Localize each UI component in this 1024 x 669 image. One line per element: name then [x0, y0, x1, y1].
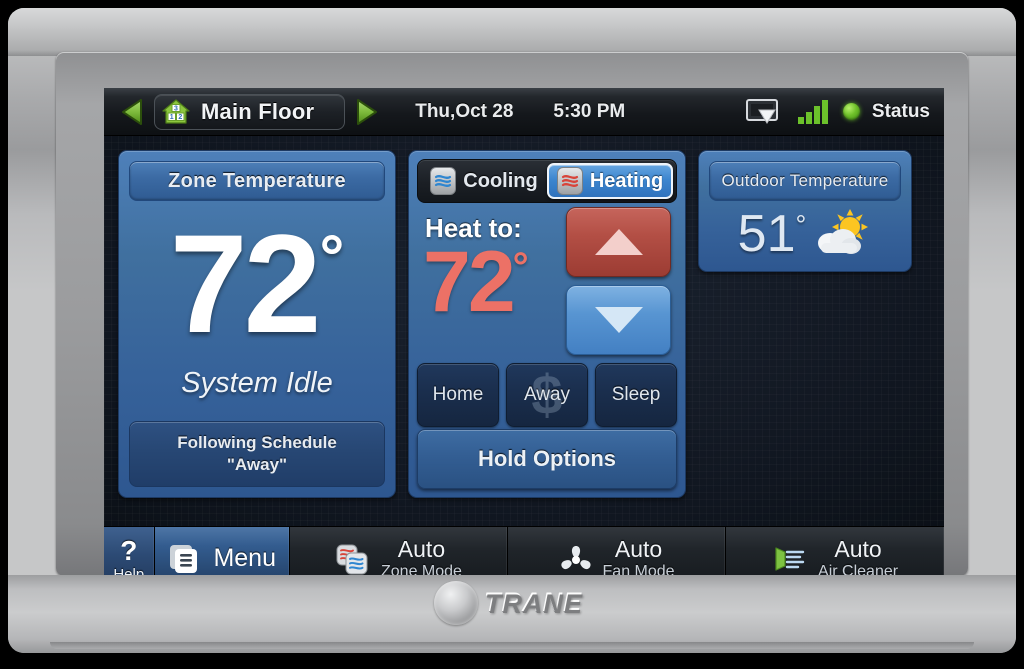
outdoor-temperature-reading: 51 ° [738, 208, 807, 260]
cooling-wave-icon [430, 167, 457, 195]
question-mark-icon: ? [120, 534, 138, 566]
main-content-area: Zone Temperature 72 ° System Idle Followi… [104, 136, 944, 526]
status-label: Status [871, 100, 930, 122]
preset-away-button[interactable]: $ Away [506, 363, 588, 427]
setpoint-degree: ° [512, 245, 529, 289]
down-triangle-icon [594, 307, 643, 333]
air-cleaner-value: Auto [834, 536, 882, 563]
outdoor-temperature-body: 51 ° [699, 201, 911, 267]
up-triangle-icon [594, 229, 643, 255]
preset-sleep-button[interactable]: Sleep [595, 363, 677, 427]
outdoor-temperature-panel: Outdoor Temperature 51 ° [698, 150, 912, 272]
setpoint-control-panel: Cooling Heating Heat to: 72 ° Home $ Awa… [408, 150, 686, 498]
zone-mode-value: Auto [397, 536, 446, 563]
thermostat-device: 3 1 2 Main Floor Thu,Oct 28 5:30 PM Stat… [8, 8, 1016, 653]
header-date: Thu,Oct 28 [415, 100, 514, 122]
fan-mode-value: Auto [614, 536, 663, 563]
svg-text:3: 3 [174, 105, 178, 112]
screen-download-icon[interactable] [745, 97, 785, 127]
zone-name-label: Main Floor [201, 98, 315, 124]
schedule-line-1: Following Schedule [177, 433, 337, 453]
preset-home-label: Home [432, 384, 484, 405]
outdoor-temperature-number: 51 [737, 205, 796, 263]
previous-zone-button[interactable] [118, 97, 146, 127]
heating-wave-icon [556, 167, 583, 195]
hold-options-label: Hold Options [477, 446, 617, 471]
house-zones-icon: 3 1 2 [162, 98, 190, 124]
zone-mode-waves-icon [336, 544, 368, 574]
air-filter-icon [775, 546, 805, 571]
zone-temperature-title[interactable]: Zone Temperature [129, 161, 385, 201]
setpoint-reading: 72 ° [423, 239, 529, 325]
zone-temperature-degree: ° [319, 223, 345, 292]
schedule-status-box[interactable]: Following Schedule "Away" [129, 421, 385, 487]
outdoor-temperature-title-label: Outdoor Temperature [721, 171, 889, 190]
menu-label: Menu [213, 544, 276, 572]
trane-wordmark: TRANE [470, 587, 590, 620]
zone-temperature-reading: 72 ° [119, 199, 395, 369]
fan-blades-icon [560, 545, 591, 569]
preset-away-label: Away [523, 384, 571, 405]
preset-button-row: Home $ Away Sleep [417, 363, 677, 427]
zone-selector-button[interactable]: 3 1 2 Main Floor [154, 93, 346, 130]
preset-sleep-label: Sleep [611, 384, 661, 405]
hold-options-button[interactable]: Hold Options [417, 429, 677, 489]
svg-text:2: 2 [178, 114, 182, 121]
tab-cooling[interactable]: Cooling [421, 163, 547, 199]
trane-disc-icon [434, 581, 478, 625]
mode-tab-group: Cooling Heating [417, 159, 677, 203]
menu-list-icon [170, 544, 198, 573]
header-bar: 3 1 2 Main Floor Thu,Oct 28 5:30 PM Stat… [104, 88, 944, 136]
trane-logo: TRANE [434, 581, 590, 625]
header-time: 5:30 PM [553, 100, 626, 122]
preset-home-button[interactable]: Home [417, 363, 499, 427]
zone-temperature-number: 72 [169, 205, 322, 362]
tab-cooling-label: Cooling [463, 169, 538, 192]
touchscreen: 3 1 2 Main Floor Thu,Oct 28 5:30 PM Stat… [104, 88, 944, 590]
header-status-group: Status [745, 97, 930, 127]
increase-setpoint-button[interactable] [566, 207, 671, 277]
svg-text:1: 1 [170, 114, 174, 121]
outdoor-temperature-degree: ° [795, 210, 807, 240]
decrease-setpoint-button[interactable] [566, 285, 671, 355]
partly-cloudy-icon [818, 209, 869, 254]
schedule-line-2: "Away" [226, 455, 288, 474]
signal-bars-icon [797, 99, 828, 124]
zone-temperature-title-label: Zone Temperature [168, 169, 346, 192]
tab-heating[interactable]: Heating [547, 163, 673, 199]
next-zone-button[interactable] [353, 97, 381, 127]
setpoint-number: 72 [423, 234, 516, 330]
outdoor-temperature-title[interactable]: Outdoor Temperature [709, 161, 901, 201]
status-dot-icon [842, 103, 860, 120]
bezel-top [8, 8, 1016, 56]
zone-temperature-panel: Zone Temperature 72 ° System Idle Followi… [118, 150, 396, 498]
tab-heating-label: Heating [589, 169, 664, 192]
bezel-bottom-lip [50, 642, 974, 649]
system-state-label: System Idle [181, 367, 333, 399]
